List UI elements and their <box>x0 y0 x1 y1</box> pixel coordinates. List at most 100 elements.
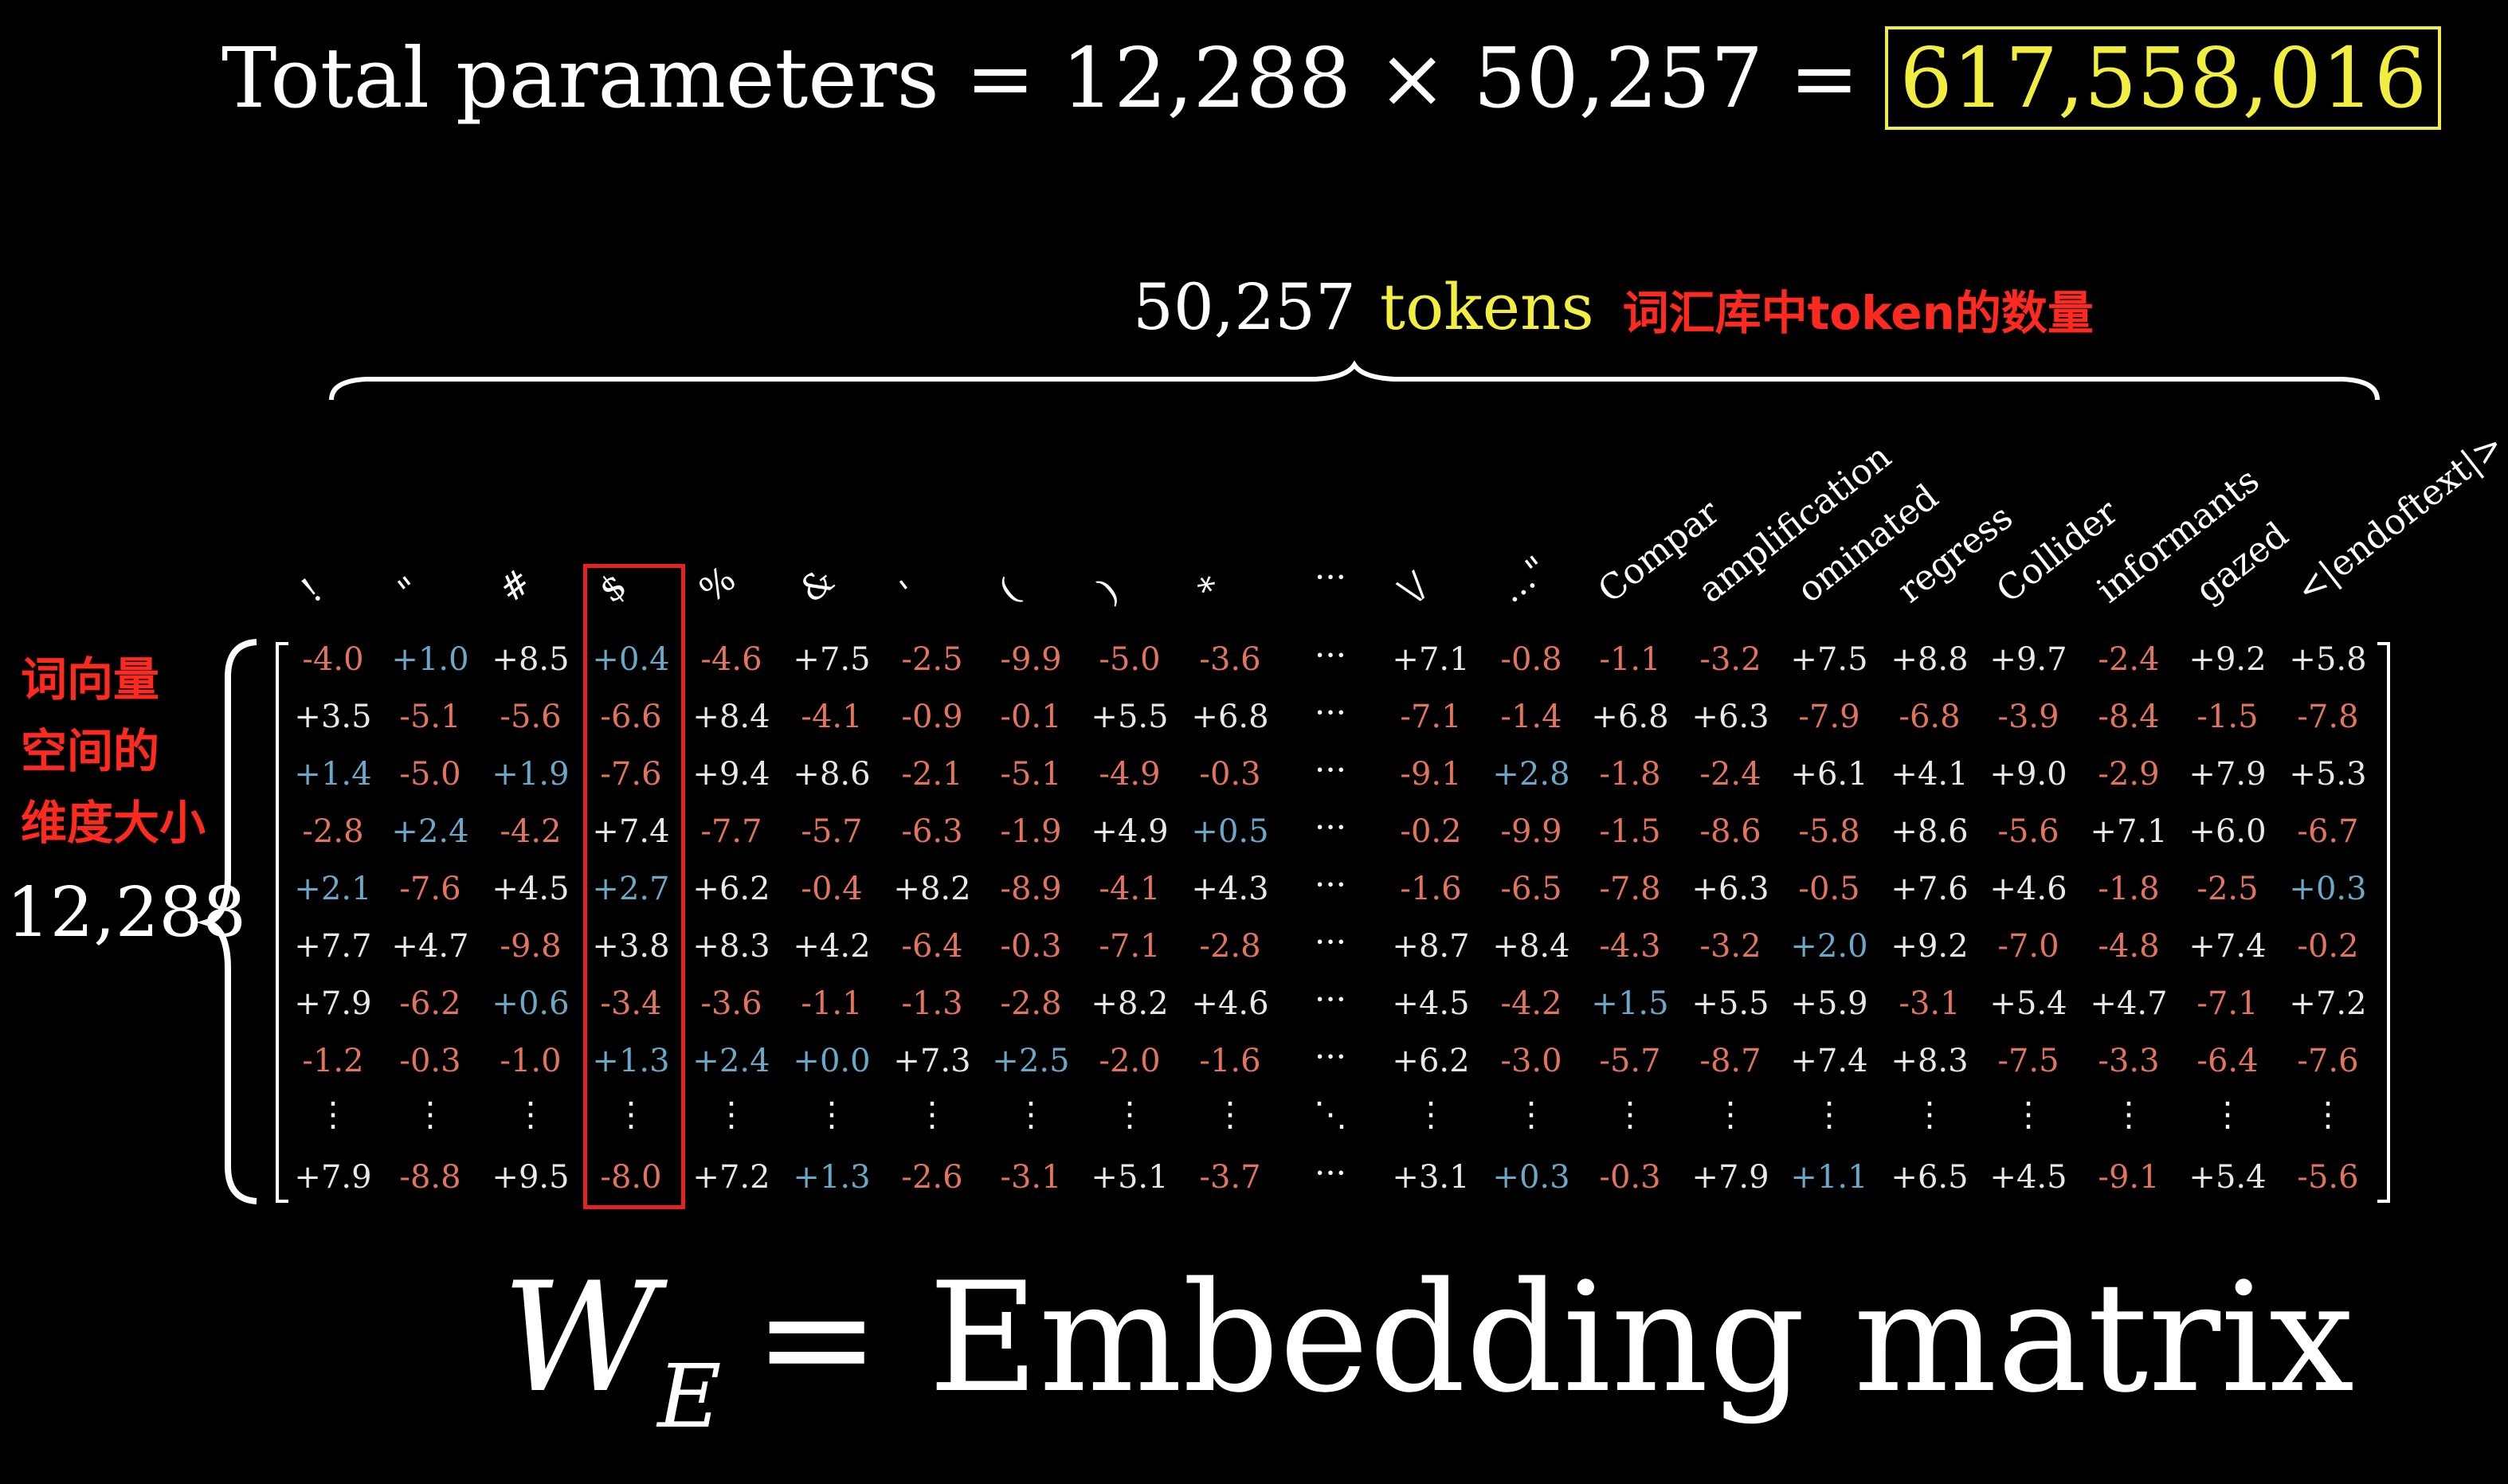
matrix-cell: +7.6 <box>1891 871 1969 907</box>
matrix-cell: +8.8 <box>1891 641 1969 678</box>
token-label: % <box>692 558 743 611</box>
row-ellipsis: ··· <box>1314 865 1347 904</box>
matrix-cell: -7.6 <box>399 871 461 907</box>
matrix-cell: -0.3 <box>1199 756 1261 793</box>
matrix-cell: -3.3 <box>2098 1043 2160 1079</box>
matrix-cell: -0.3 <box>1599 1159 1661 1196</box>
matrix-cell: -5.1 <box>399 699 461 735</box>
matrix-cell: +6.8 <box>1591 699 1669 735</box>
matrix-cell: -7.9 <box>1798 699 1860 735</box>
matrix-cell: -7.7 <box>700 813 762 850</box>
column-ellipsis: ⋮ <box>1113 1094 1146 1134</box>
matrix-cell: +8.6 <box>1891 813 1969 850</box>
matrix-cell: -7.8 <box>2297 699 2359 735</box>
matrix-cell: -6.2 <box>399 985 461 1022</box>
matrix-cell: -2.5 <box>2196 871 2259 907</box>
matrix-cell: -6.4 <box>2196 1043 2259 1079</box>
matrix-cell: +7.3 <box>893 1043 971 1079</box>
matrix-cell: -5.0 <box>399 756 461 793</box>
matrix-cell: +2.7 <box>592 871 670 907</box>
matrix-cell: -1.4 <box>1500 699 1562 735</box>
matrix-cell: +0.4 <box>592 641 670 678</box>
matrix-cell: +1.0 <box>391 641 469 678</box>
matrix-cell: +7.5 <box>1790 641 1868 678</box>
matrix-cell: -4.9 <box>1099 756 1161 793</box>
matrix-cell: +4.9 <box>1091 813 1169 850</box>
matrix-cell: -4.6 <box>700 641 762 678</box>
matrix-cell: +8.4 <box>1492 928 1570 965</box>
matrix-cell: -7.0 <box>1997 928 2059 965</box>
matrix-cell: +6.1 <box>1790 756 1868 793</box>
token-label: <|endoftext|> <box>2288 424 2508 611</box>
matrix-cell: -3.7 <box>1199 1159 1261 1196</box>
column-ellipsis: ⋮ <box>413 1094 447 1134</box>
matrix-cell: +7.9 <box>2189 756 2267 793</box>
formula-rest: = Embedding matrix <box>753 1250 2355 1426</box>
matrix-cell: +1.1 <box>1790 1159 1868 1196</box>
matrix-cell: -3.9 <box>1997 699 2059 735</box>
column-ellipsis: ⋮ <box>1515 1094 1548 1134</box>
column-ellipsis: ⋮ <box>2112 1094 2146 1134</box>
row-ellipsis: ··· <box>1314 980 1347 1019</box>
matrix-cell: +4.7 <box>2090 985 2168 1022</box>
matrix-cell: -4.8 <box>2098 928 2160 965</box>
matrix-cell: -0.2 <box>1400 813 1462 850</box>
matrix-cell: +6.2 <box>692 871 770 907</box>
matrix-cell: -4.2 <box>500 813 562 850</box>
matrix-cell: +1.9 <box>492 756 570 793</box>
matrix-cell: +9.2 <box>2189 641 2267 678</box>
token-label: $ <box>591 565 635 611</box>
matrix-cell: -2.8 <box>1000 985 1062 1022</box>
matrix-cell: -7.5 <box>1997 1043 2059 1079</box>
matrix-cell: +9.0 <box>1989 756 2067 793</box>
matrix-cell: +8.6 <box>793 756 871 793</box>
row-ellipsis: ··· <box>1314 808 1347 847</box>
matrix-cell: +7.2 <box>2289 985 2367 1022</box>
column-ellipsis: ⋮ <box>514 1094 547 1134</box>
matrix-cell: +4.2 <box>793 928 871 965</box>
column-ellipsis: ⋮ <box>2311 1094 2345 1134</box>
matrix-cell: -7.6 <box>2297 1043 2359 1079</box>
matrix-cell: +5.4 <box>1989 985 2067 1022</box>
matrix-cell: -0.8 <box>1500 641 1562 678</box>
matrix-cell: -9.9 <box>1000 641 1062 678</box>
matrix-cell: -3.0 <box>1500 1043 1562 1079</box>
matrix-cell: -6.4 <box>901 928 963 965</box>
matrix-cell: -2.8 <box>302 813 364 850</box>
matrix-cell: +1.5 <box>1591 985 1669 1022</box>
matrix-cell: +5.8 <box>2289 641 2367 678</box>
matrix-cell: -2.0 <box>1099 1043 1161 1079</box>
matrix-cell: +8.3 <box>692 928 770 965</box>
matrix-cell: -5.1 <box>1000 756 1062 793</box>
matrix-cell: -0.2 <box>2297 928 2359 965</box>
row-ellipsis: ··· <box>1314 750 1347 789</box>
matrix-cell: +7.9 <box>294 1159 372 1196</box>
matrix-cell: -0.1 <box>1000 699 1062 735</box>
matrix-cell: -9.9 <box>1500 813 1562 850</box>
row-ellipsis: ··· <box>1314 636 1347 675</box>
matrix-cell: -5.6 <box>1997 813 2059 850</box>
token-label: \/ <box>1391 564 1436 611</box>
matrix-cell: +2.8 <box>1492 756 1570 793</box>
formula-symbol: W <box>502 1250 658 1426</box>
column-ellipsis: ⋮ <box>1414 1094 1448 1134</box>
token-label: ( <box>991 570 1028 611</box>
matrix-cell: -7.1 <box>1099 928 1161 965</box>
matrix-cell: +9.4 <box>692 756 770 793</box>
matrix-cell: -8.9 <box>1000 871 1062 907</box>
matrix-cell: +7.1 <box>1392 641 1470 678</box>
embedding-formula: WE = Embedding matrix <box>502 1251 2354 1484</box>
diagonal-ellipsis: ⋱ <box>1314 1094 1347 1134</box>
matrix-cell: +1.3 <box>592 1043 670 1079</box>
matrix-cell: -9.1 <box>1400 756 1462 793</box>
matrix-cell: -2.1 <box>901 756 963 793</box>
matrix-cell: -9.1 <box>2098 1159 2160 1196</box>
row-ellipsis: ··· <box>1314 922 1347 961</box>
matrix-cell: -3.6 <box>1199 641 1261 678</box>
matrix-cell: +4.5 <box>1989 1159 2067 1196</box>
matrix-cell: +8.2 <box>1091 985 1169 1022</box>
matrix-cell: -1.5 <box>1599 813 1661 850</box>
row-ellipsis: ··· <box>1314 1153 1347 1192</box>
matrix-cell: +6.3 <box>1691 871 1769 907</box>
matrix-cell: -3.2 <box>1699 641 1761 678</box>
